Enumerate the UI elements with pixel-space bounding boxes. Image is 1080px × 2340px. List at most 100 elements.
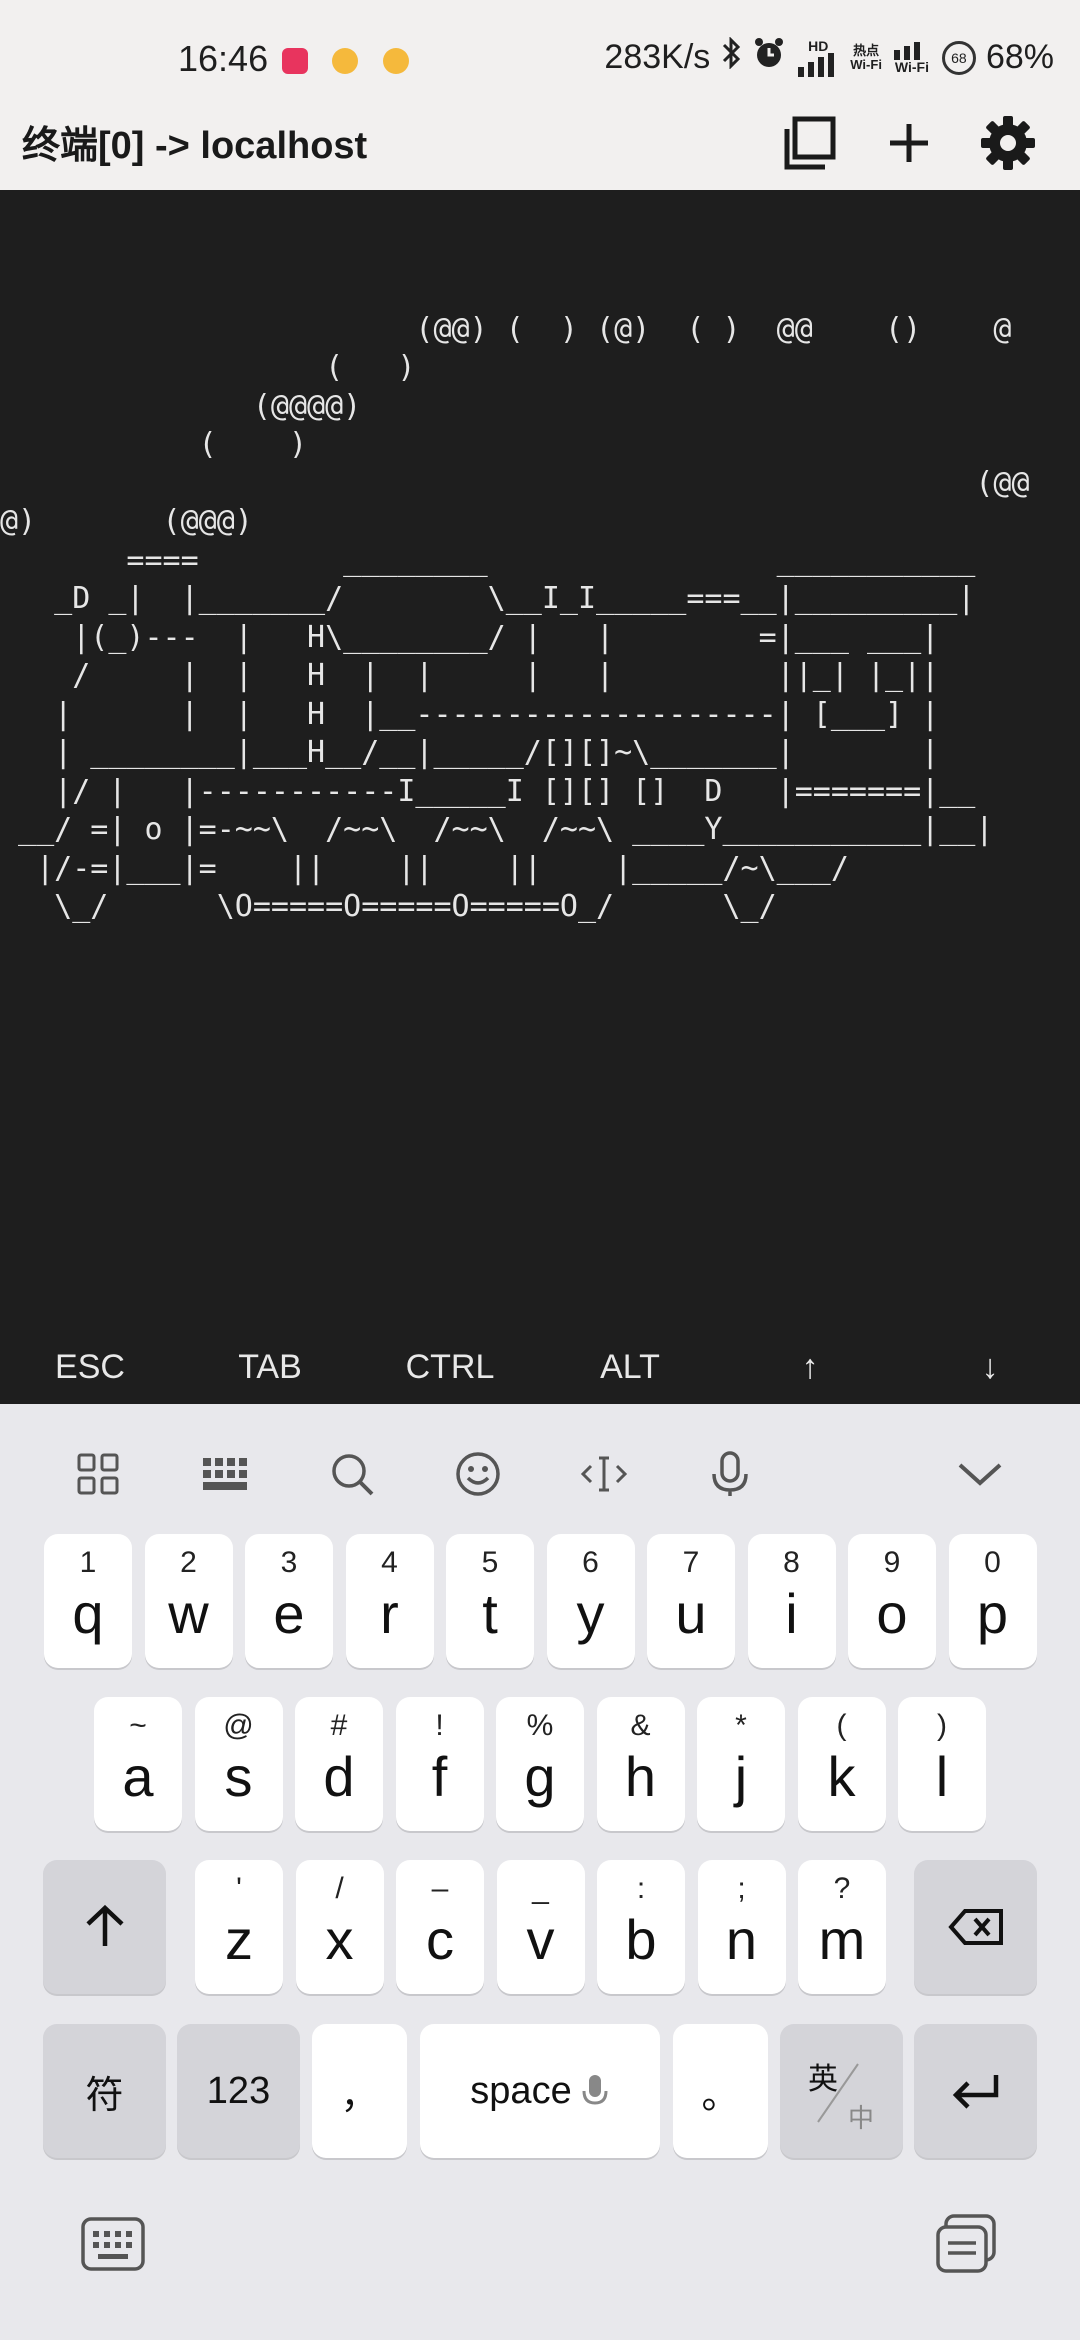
- key-k[interactable]: (k: [797, 1697, 886, 1831]
- key-t[interactable]: 5t: [446, 1534, 534, 1668]
- status-indicators: 283K/s HD 热点 Wi-Fi Wi-Fi 68 68%: [604, 36, 1054, 79]
- key-s[interactable]: @ s: [194, 1697, 283, 1831]
- windows-icon: [784, 116, 836, 170]
- key-a[interactable]: ~ a: [94, 1697, 182, 1831]
- key-hint: !: [435, 1709, 444, 1742]
- key-hint: ': [236, 1872, 242, 1905]
- shift-arrow-icon: [85, 1904, 124, 1946]
- app-notification-icon: [282, 48, 308, 74]
- clipboard-icon[interactable]: [932, 2214, 1002, 2274]
- key-letter: u: [675, 1582, 707, 1645]
- terminal-line: / | | H | | | | ||_| |_||: [0, 658, 940, 693]
- backspace-key[interactable]: [914, 1860, 1037, 1994]
- space-key[interactable]: space: [420, 2024, 660, 2158]
- key-j[interactable]: * j: [697, 1697, 785, 1831]
- key-i[interactable]: 8i: [747, 1534, 836, 1668]
- terminal-line: \_/ \O=====O=====O=====O_/ \_/: [0, 889, 777, 924]
- key-u[interactable]: 7u: [647, 1534, 735, 1668]
- key-c[interactable]: – c: [396, 1860, 484, 1994]
- key-f[interactable]: ! f: [395, 1697, 484, 1831]
- key-z[interactable]: ' z: [195, 1860, 283, 1994]
- windows-button[interactable]: [774, 108, 844, 178]
- key-n[interactable]: ; n: [697, 1860, 786, 1994]
- session-title[interactable]: 终端[0] -> localhost: [22, 114, 367, 169]
- settings-button[interactable]: [973, 108, 1043, 178]
- arrow-up-key[interactable]: ↑: [720, 1330, 900, 1404]
- key-hint: #: [330, 1709, 348, 1742]
- key-hint: 6: [582, 1546, 599, 1579]
- key-o[interactable]: 9o: [848, 1534, 936, 1668]
- bluetooth-icon: [720, 36, 742, 78]
- info-notification-icon: [383, 48, 409, 74]
- terminal-output[interactable]: (@@) ( ) (@) ( ) @@ () @ ( ) (@@@@) ( ) …: [0, 190, 1080, 1330]
- key-d[interactable]: # d: [295, 1697, 383, 1831]
- key-letter: d: [323, 1745, 355, 1808]
- network-speed: 283K/s: [604, 38, 711, 76]
- enter-key[interactable]: [914, 2024, 1037, 2158]
- key-letter: x: [325, 1908, 354, 1971]
- key-p[interactable]: 0p: [948, 1534, 1037, 1668]
- key-w[interactable]: 2w: [144, 1534, 233, 1668]
- language-switch-key[interactable]: 英 中: [780, 2024, 903, 2158]
- key-letter: t: [482, 1582, 498, 1645]
- emoji-icon[interactable]: [448, 1444, 508, 1504]
- key-y[interactable]: 6y: [546, 1534, 635, 1668]
- symbols-key[interactable]: 符: [43, 2024, 166, 2158]
- key-e[interactable]: 3e: [245, 1534, 333, 1668]
- key-l[interactable]: ) l: [898, 1697, 986, 1831]
- numbers-key[interactable]: 123: [177, 2024, 300, 2158]
- key-h[interactable]: & h: [596, 1697, 685, 1831]
- hotspot-icon: 热点 Wi-Fi: [850, 42, 882, 72]
- esc-key[interactable]: ESC: [0, 1330, 180, 1404]
- collapse-keyboard-icon[interactable]: [950, 1444, 1010, 1504]
- key-letter: g: [524, 1745, 556, 1808]
- key-letter: b: [625, 1908, 657, 1971]
- key-b[interactable]: :b: [597, 1860, 685, 1994]
- key-letter: f: [431, 1745, 448, 1808]
- comma-key[interactable]: ，: [312, 2024, 407, 2158]
- key-letter: r: [380, 1582, 399, 1645]
- key-letter: h: [624, 1745, 657, 1808]
- period-key[interactable]: 。: [673, 2024, 768, 2158]
- symbols-key-label: 符: [85, 2074, 124, 2117]
- tab-key[interactable]: TAB: [180, 1330, 360, 1404]
- microphone-icon[interactable]: [700, 1444, 760, 1504]
- alt-key[interactable]: ALT: [540, 1330, 720, 1404]
- voice-input-icon: [582, 2075, 608, 2105]
- search-icon[interactable]: [322, 1444, 382, 1504]
- info-notification-icon: [332, 48, 358, 74]
- key-x[interactable]: / x: [295, 1860, 384, 1994]
- key-letter: e: [273, 1582, 305, 1645]
- status-time: 16:46: [178, 38, 269, 79]
- cursor-move-icon[interactable]: [574, 1444, 634, 1504]
- new-session-button[interactable]: [874, 108, 944, 178]
- lang-zh-label: 中: [848, 2103, 875, 2133]
- wifi-label: Wi-Fi: [894, 58, 929, 75]
- key-letter: p: [976, 1582, 1009, 1645]
- shift-key[interactable]: [43, 1860, 166, 1994]
- key-hint: ): [937, 1709, 947, 1742]
- key-hint: 1: [79, 1546, 97, 1579]
- wifi-signal-icon: Wi-Fi: [892, 41, 932, 75]
- keyboard-layout-icon[interactable]: [195, 1444, 255, 1504]
- key-hint: ~: [129, 1709, 147, 1742]
- key-hint: /: [335, 1872, 344, 1905]
- apps-grid-icon[interactable]: [68, 1444, 128, 1504]
- key-m[interactable]: ? m: [798, 1860, 886, 1994]
- key-letter: v: [526, 1908, 555, 1971]
- arrow-down-key[interactable]: ↓: [900, 1330, 1080, 1404]
- terminal-line: (@@: [0, 465, 1030, 501]
- key-v[interactable]: _ v: [496, 1860, 585, 1994]
- switch-keyboard-icon[interactable]: [78, 2214, 148, 2274]
- period-key-label: 。: [701, 2074, 740, 2117]
- key-letter: k: [827, 1745, 856, 1808]
- terminal-line: ( ): [0, 427, 308, 462]
- key-r[interactable]: 4r: [345, 1534, 434, 1668]
- key-g[interactable]: % g: [496, 1697, 584, 1831]
- key-q[interactable]: 1q: [44, 1534, 132, 1668]
- key-letter: c: [426, 1908, 454, 1971]
- hd-label: HD: [808, 37, 829, 54]
- ctrl-key[interactable]: CTRL: [360, 1330, 540, 1404]
- key-letter: z: [225, 1908, 253, 1971]
- terminal-line: @) (@@@): [0, 504, 253, 539]
